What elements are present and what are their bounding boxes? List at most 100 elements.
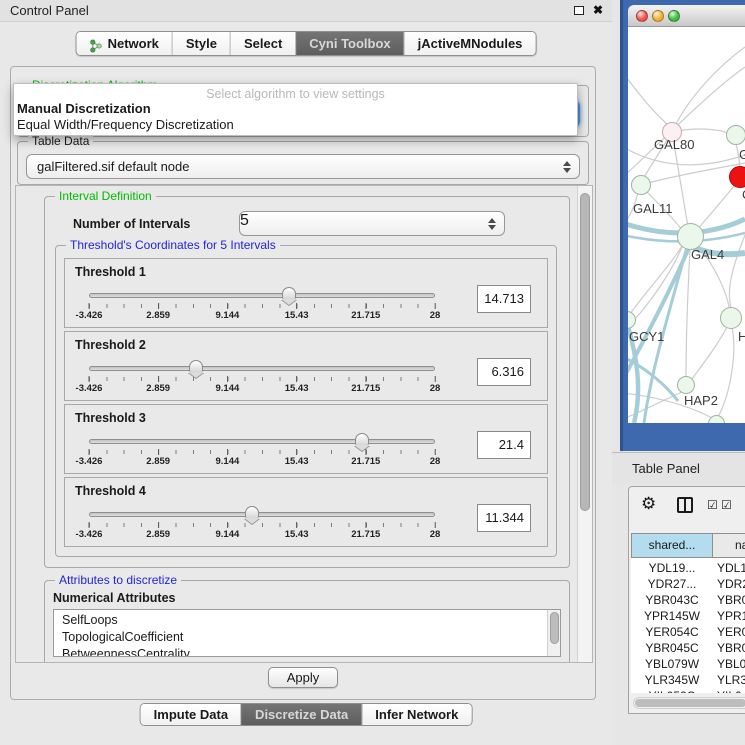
slider-thumb[interactable] [189, 360, 203, 372]
algorithm-option-equal-width[interactable]: Equal Width/Frequency Discretization [17, 117, 577, 133]
network-node-gal4[interactable] [677, 223, 704, 250]
tick-label: 28 [430, 456, 441, 467]
table-cell[interactable]: YDR2 [717, 576, 745, 592]
control-panel: Control Panel ✖ Network Style Select Cyn… [0, 0, 612, 745]
table-cell[interactable]: YBR045C [631, 640, 713, 656]
threshold-1-panel: Threshold 1 -3.4262.8599.14415.4321.7152… [64, 258, 548, 328]
numerical-attributes-list[interactable]: SelfLoopsTopologicalCoefficientBetweenne… [53, 609, 561, 657]
scrollbar-thumb[interactable] [635, 699, 745, 707]
tab-impute-data[interactable]: Impute Data [141, 704, 241, 725]
scrollbar-thumb[interactable] [580, 193, 590, 511]
slider-thumb[interactable] [355, 433, 369, 445]
network-window-titlebar[interactable] [628, 5, 745, 27]
table-cell[interactable]: YPR145W [631, 608, 713, 624]
algorithm-option-manual[interactable]: Manual Discretization [17, 101, 577, 117]
column-header-shared-name[interactable]: shared... [631, 533, 713, 558]
attribute-item[interactable]: BetweennessCentrality [54, 646, 560, 657]
tab-style[interactable]: Style [172, 32, 230, 55]
tab-infer-network[interactable]: Infer Network [361, 704, 471, 725]
gear-icon[interactable]: ⚙ [641, 494, 656, 514]
tick-label: 2.859 [146, 529, 170, 540]
checkbox-icon[interactable]: ☑ [707, 498, 718, 512]
tab-network[interactable]: Network [77, 32, 172, 55]
tick-label: 2.859 [146, 310, 170, 321]
threshold-3-value[interactable]: 21.4 [477, 431, 531, 459]
table-cell[interactable]: YPR1 [717, 608, 745, 624]
threshold-1-slider[interactable]: -3.4262.8599.14415.4321.71528 [89, 287, 435, 323]
table-cell[interactable]: YLR3 [717, 672, 745, 688]
close-window-icon[interactable] [636, 10, 648, 22]
table-cell[interactable]: YBL0 [717, 656, 745, 672]
tab-jactivemnodules[interactable]: jActiveMNodules [404, 32, 536, 55]
number-of-intervals-value: 5 [240, 212, 249, 229]
tick-label: 21.715 [351, 310, 380, 321]
network-node-hap2[interactable] [677, 376, 695, 394]
tab-discretize-data[interactable]: Discretize Data [241, 704, 361, 725]
network-node[interactable] [726, 125, 745, 145]
table-cell[interactable]: YDL1 [717, 560, 745, 576]
threshold-3-slider[interactable]: -3.4262.8599.14415.4321.71528 [89, 433, 435, 469]
table-data-select[interactable]: galFiltered.sif default node [26, 154, 580, 179]
slider-tick-labels: -3.4262.8599.14415.4321.71528 [89, 529, 435, 541]
slider-thumb[interactable] [282, 287, 296, 299]
table-cell[interactable]: YER0 [717, 624, 745, 640]
table-cell[interactable]: YBR0 [717, 640, 745, 656]
tick-label: -3.426 [76, 456, 103, 467]
threshold-1-value[interactable]: 14.713 [477, 285, 531, 313]
network-node-selected[interactable] [729, 166, 745, 188]
table-cell[interactable]: YIL0 [717, 688, 745, 693]
table-cell[interactable]: YER054C [631, 624, 713, 640]
threshold-2-value[interactable]: 6.316 [477, 358, 531, 386]
zoom-window-icon[interactable] [668, 10, 680, 22]
table-cell[interactable]: YDL19... [631, 560, 713, 576]
table-data-group: Table Data galFiltered.sif default node [17, 141, 589, 185]
table-data-selected-value: galFiltered.sif default node [37, 155, 189, 179]
algorithm-popup-hint: Select algorithm to view settings [14, 87, 577, 101]
threshold-4-value[interactable]: 11.344 [477, 504, 531, 532]
float-panel-icon[interactable] [574, 6, 584, 15]
attributes-list-scrollbar[interactable] [547, 610, 560, 656]
slider-tick-labels: -3.4262.8599.14415.4321.71528 [89, 456, 435, 468]
column-header-name[interactable]: na [713, 533, 745, 558]
attribute-item[interactable]: TopologicalCoefficient [54, 629, 560, 646]
tick-label: 2.859 [146, 456, 170, 467]
thresholds-group-title: Threshold's Coordinates for 5 Intervals [66, 238, 280, 252]
tab-cyni-toolbox[interactable]: Cyni Toolbox [295, 32, 403, 55]
minimize-window-icon[interactable] [652, 10, 664, 22]
table-cell[interactable]: YBR043C [631, 592, 713, 608]
threshold-4-slider[interactable]: -3.4262.8599.14415.4321.71528 [89, 506, 435, 542]
threshold-2-panel: Threshold 2 -3.4262.8599.14415.4321.7152… [64, 331, 548, 401]
split-columns-icon[interactable] [677, 497, 693, 513]
settings-vertical-scrollbar[interactable] [577, 186, 592, 662]
tick-label: -3.426 [76, 383, 103, 394]
apply-button[interactable]: Apply [268, 667, 339, 688]
network-view-window: GAL80 G C GAL11 GAL4 GCY1 H HAP2 [620, 0, 745, 451]
tab-select[interactable]: Select [230, 32, 295, 55]
close-panel-icon[interactable]: ✖ [593, 3, 603, 17]
table-cell[interactable]: YBL079W [631, 656, 713, 672]
table-cell[interactable]: YDR27... [631, 576, 713, 592]
table-column-shared-name: YDL19...YDR27...YBR043CYPR145WYER054CYBR… [631, 560, 713, 693]
tick-label: 28 [430, 529, 441, 540]
attributes-group: Attributes to discretize Numerical Attri… [44, 580, 570, 663]
slider-tick-labels: -3.4262.8599.14415.4321.71528 [89, 310, 435, 322]
checkbox-icon[interactable]: ☑ [721, 498, 732, 512]
threshold-2-slider[interactable]: -3.4262.8599.14415.4321.71528 [89, 360, 435, 396]
slider-tick-labels: -3.4262.8599.14415.4321.71528 [89, 383, 435, 395]
network-node-gal11[interactable] [631, 175, 651, 195]
slider-thumb[interactable] [245, 506, 259, 518]
table-cell[interactable]: YLR345W [631, 672, 713, 688]
network-node-h[interactable] [720, 307, 742, 329]
scrollbar-thumb[interactable] [550, 612, 559, 644]
table-cell[interactable]: YBR0 [717, 592, 745, 608]
attribute-item[interactable]: SelfLoops [54, 612, 560, 629]
number-of-intervals-spinner[interactable]: 5 [239, 211, 505, 236]
table-rows[interactable]: YDL19...YDR27...YBR043CYPR145WYER054CYBR… [631, 558, 745, 693]
tab-network-label: Network [108, 32, 159, 55]
table-horizontal-scrollbar[interactable] [633, 697, 745, 709]
threshold-4-panel: Threshold 4 -3.4262.8599.14415.4321.7152… [64, 477, 548, 547]
table-cell[interactable]: YIL052C [631, 688, 713, 693]
node-label-partial: G [739, 147, 745, 162]
network-canvas[interactable]: GAL80 G C GAL11 GAL4 GCY1 H HAP2 [628, 27, 745, 423]
number-of-intervals-row: Number of Intervals 5 [59, 211, 555, 237]
